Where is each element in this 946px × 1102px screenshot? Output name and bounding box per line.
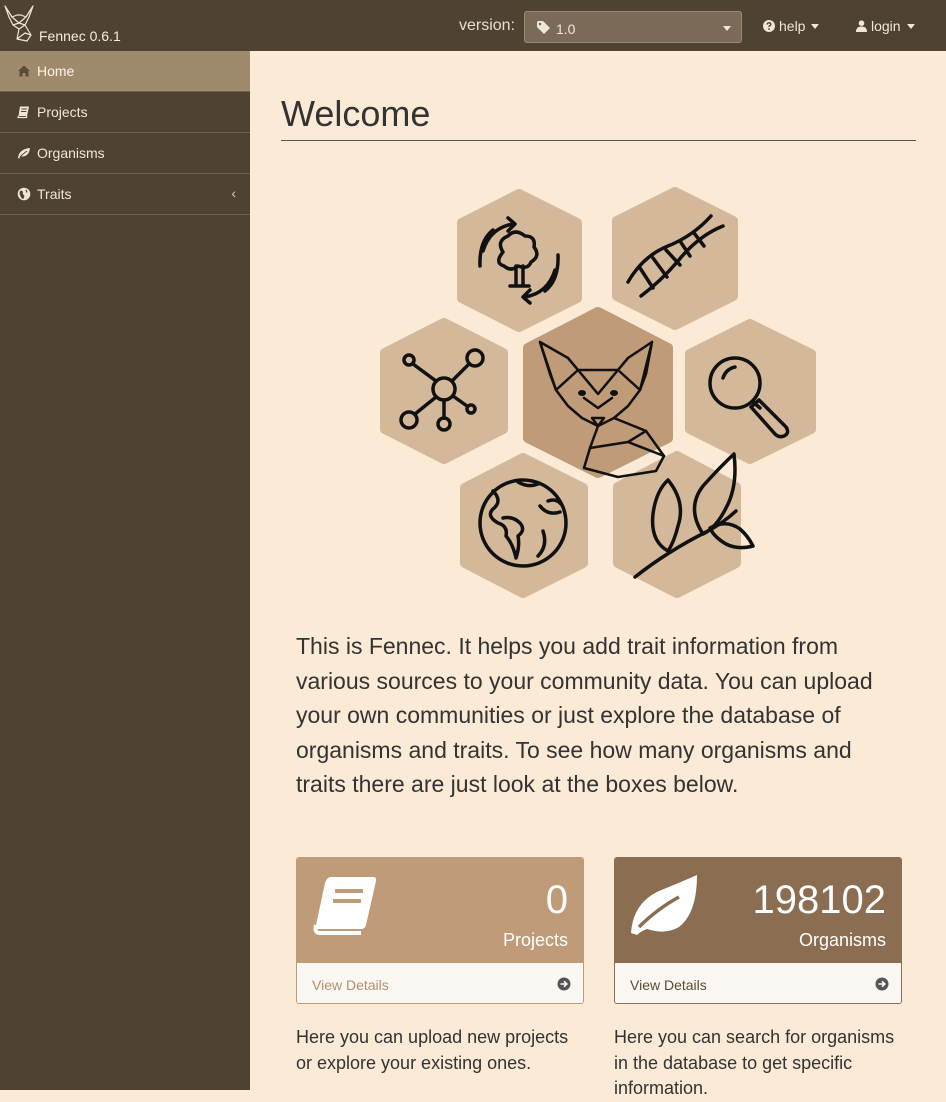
organisms-description: Here you can search for organisms in the… — [614, 1027, 895, 1098]
sidebar-item-label: Organisms — [37, 145, 105, 161]
sidebar-item-projects[interactable]: Projects — [0, 92, 250, 133]
projects-count: 0 — [545, 878, 568, 922]
top-navbar: Fennec 0.6.1 version: 1.0 help login — [0, 0, 946, 51]
version-value: 1.0 — [556, 21, 576, 37]
view-details-label: View Details — [630, 977, 707, 993]
projects-description: Here you can upload new projects or expl… — [296, 1027, 569, 1073]
version-select[interactable]: 1.0 — [524, 11, 742, 43]
organisms-panel-header: 198102 Organisms — [615, 858, 901, 963]
sidebar: Home Projects Organisms Traits ‹ — [0, 51, 250, 1090]
globe-icon — [17, 187, 31, 201]
intro-text: This is Fennec. It helps you add trait i… — [296, 633, 873, 797]
app-name: Fennec 0.6.1 — [39, 28, 121, 44]
leaf-icon — [631, 875, 697, 935]
arrow-circle-right-icon — [875, 977, 889, 991]
sidebar-item-traits[interactable]: Traits ‹ — [0, 174, 250, 215]
question-circle-icon — [763, 20, 775, 32]
organisms-panel: 198102 Organisms View Details — [614, 857, 902, 1004]
version-label: version: — [459, 17, 516, 34]
login-label: login — [871, 18, 901, 34]
hexagon-magnifier — [685, 319, 816, 464]
organisms-label: Organisms — [798, 930, 886, 950]
leaf-icon — [18, 148, 30, 159]
chevron-down-icon — [723, 26, 731, 31]
fennec-eye-left — [578, 390, 586, 396]
view-details-label: View Details — [312, 977, 389, 993]
home-icon — [18, 65, 30, 77]
user-icon — [856, 20, 867, 32]
sidebar-item-home[interactable]: Home — [0, 51, 250, 92]
sidebar-item-label: Traits — [37, 186, 72, 202]
title-divider — [281, 140, 916, 141]
organisms-count: 198102 — [752, 878, 886, 922]
chevron-down-icon — [906, 23, 915, 29]
book-icon — [17, 106, 29, 119]
sidebar-item-label: Projects — [37, 104, 88, 120]
projects-view-details-link[interactable]: View Details — [297, 963, 583, 1003]
help-label: help — [779, 18, 806, 34]
hexagon-feature-illustration — [380, 187, 816, 598]
chevron-down-icon — [811, 23, 820, 29]
chevron-left-icon: ‹ — [231, 185, 236, 201]
projects-panel: 0 Projects View Details — [296, 857, 584, 1004]
page-title: Welcome — [281, 93, 431, 134]
tag-icon — [537, 21, 550, 34]
sidebar-item-organisms[interactable]: Organisms — [0, 133, 250, 174]
login-menu[interactable]: login — [856, 18, 915, 34]
brand[interactable]: Fennec 0.6.1 — [0, 0, 250, 51]
help-menu[interactable]: help — [763, 18, 820, 34]
fennec-logo-icon — [4, 5, 34, 42]
sidebar-item-label: Home — [37, 63, 75, 79]
arrow-circle-right-icon — [557, 977, 571, 991]
book-icon — [313, 877, 377, 935]
projects-label: Projects — [502, 930, 568, 950]
fennec-eye-right — [610, 390, 618, 396]
organisms-view-details-link[interactable]: View Details — [615, 963, 901, 1003]
hexagon-network — [380, 318, 508, 464]
main-content: Welcome This is Fennec. It helps you add… — [250, 51, 946, 1098]
projects-panel-header: 0 Projects — [297, 858, 583, 963]
